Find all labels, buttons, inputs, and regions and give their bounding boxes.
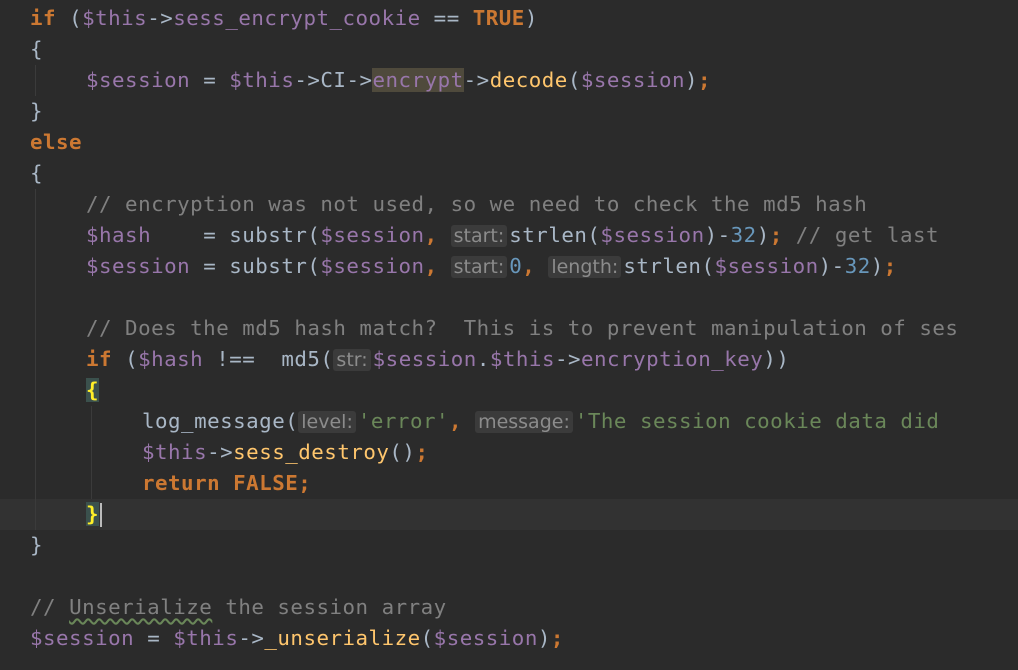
keyword: if [30,6,57,30]
code-line-9[interactable]: $session = substr($session, start: 0, len… [0,251,1018,282]
code-line-20[interactable]: // Unserialize the session array [0,592,1018,623]
code-line-14[interactable]: log_message(level:'error', message: 'The … [0,406,1018,437]
code-line-4[interactable]: } [0,96,1018,127]
code-editor[interactable]: if ($this->sess_encrypt_cookie == TRUE) … [0,0,1018,670]
code-line-13[interactable]: { [0,375,1018,406]
code-line-2[interactable]: { [0,34,1018,65]
code-line-15[interactable]: $this->sess_destroy(); [0,437,1018,468]
code-line-3[interactable]: $session = $this->CI->encrypt->decode($s… [0,65,1018,96]
code-line-7[interactable]: // encryption was not used, so we need t… [0,189,1018,220]
code-line-19[interactable] [0,561,1018,592]
text-cursor [100,503,103,527]
code-line-17-current[interactable]: } [0,499,1018,530]
code-line-21[interactable]: $session = $this->_unserialize($session)… [0,623,1018,654]
parameter-hint: level: [298,411,356,433]
spellcheck-word: Unserialize [69,595,213,619]
matched-brace: } [86,502,100,526]
code-line-8[interactable]: $hash = substr($session, start: strlen($s… [0,220,1018,251]
parameter-hint: length: [548,256,622,278]
code-line-1[interactable]: if ($this->sess_encrypt_cookie == TRUE) [0,3,1018,34]
code-line-11[interactable]: // Does the md5 hash match? This is to p… [0,313,1018,344]
code-line-16[interactable]: return FALSE; [0,468,1018,499]
code-comment: // encryption was not used, so we need t… [86,192,868,216]
highlighted-identifier: encrypt [372,68,464,92]
code-line-10[interactable] [0,282,1018,313]
code-line-12[interactable]: if ($hash !== md5(str: $session.$this->en… [0,344,1018,375]
code-comment: // Does the md5 hash match? This is to p… [86,316,959,340]
parameter-hint: start: [450,256,508,278]
code-line-6[interactable]: { [0,158,1018,189]
code-line-18[interactable]: } [0,530,1018,561]
code-line-5[interactable]: else [0,127,1018,158]
parameter-hint: str: [333,349,371,371]
matched-brace: { [86,378,100,402]
parameter-hint: start: [450,225,508,247]
parameter-hint: message: [475,411,573,433]
